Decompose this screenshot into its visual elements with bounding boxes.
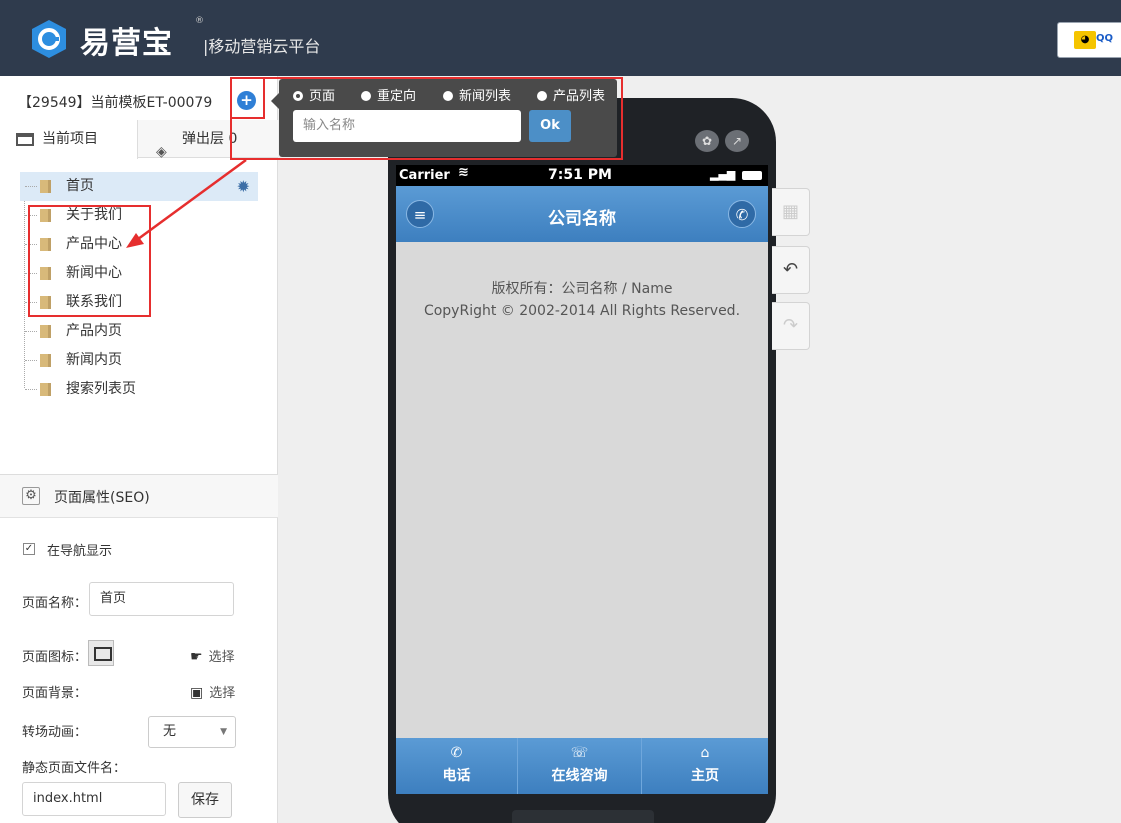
folder-icon <box>16 133 34 146</box>
layers-icon: ◈ <box>156 144 167 160</box>
tree-item-home[interactable]: 首页 ✹ <box>20 172 258 201</box>
page-icon-preview[interactable] <box>88 640 114 666</box>
page-name-label: 页面名称： <box>22 596 88 611</box>
gear-icon[interactable]: ✹ <box>237 172 250 201</box>
choose-label: 选择 <box>208 650 235 665</box>
phone-bottom-tab <box>512 810 654 823</box>
tree-dash <box>25 331 37 332</box>
page-icon <box>40 383 51 396</box>
show-in-nav-checkbox[interactable]: ✓ <box>23 543 35 555</box>
phone-screen: Carrier ≋ 7:51 PM ▂▄▆ ≡ 公司名称 ✆ 版权所有：公司名称… <box>396 165 768 794</box>
page-icon <box>40 354 51 367</box>
tree-item-search-list[interactable]: 搜索列表页 <box>20 375 278 404</box>
top-bar: 易营宝 ® |移动营销云平台 ◕ QQ <box>0 0 1121 76</box>
signal-icon: ▂▄▆ <box>710 168 736 181</box>
status-time: 7:51 PM <box>548 167 612 183</box>
add-icon-highlight <box>230 77 265 119</box>
transition-value: 无 <box>163 724 177 739</box>
mobile-nav-bar: ≡ 公司名称 ✆ <box>396 186 768 242</box>
seo-header-label: 页面属性(SEO) <box>54 490 150 506</box>
brand-subtitle: |移动营销云平台 <box>203 37 321 56</box>
qr-code-icon: ▦ <box>781 201 799 222</box>
logo-icon <box>32 20 66 58</box>
copyright-line-1: 版权所有：公司名称 / Name <box>491 281 673 297</box>
qq-icon: ◕ <box>1074 31 1096 49</box>
tab-label: 当前项目 <box>42 131 98 147</box>
seo-section-header: ⚙ 页面属性(SEO) <box>0 474 278 518</box>
tree-dash <box>25 186 37 187</box>
bottom-item-home[interactable]: ⌂ 主页 <box>642 738 768 794</box>
qr-code-button[interactable]: ▦ <box>772 188 810 236</box>
redo-button[interactable]: ↷ <box>772 302 810 350</box>
brand-registered: ® <box>195 16 204 26</box>
undo-icon: ↶ <box>782 259 799 280</box>
choose-label: 选择 <box>209 686 236 701</box>
transition-label: 转场动画： <box>22 725 88 740</box>
page-icon <box>40 325 51 338</box>
undo-button[interactable]: ↶ <box>772 246 810 294</box>
phone-call-icon[interactable]: ✆ <box>728 200 756 228</box>
mobile-page-title: 公司名称 <box>548 209 616 229</box>
hand-pointer-icon: ☛ <box>190 649 203 665</box>
choose-background-button[interactable]: ▣ 选择 <box>190 682 235 701</box>
redo-icon: ↷ <box>782 315 799 336</box>
tree-item-label: 新闻内页 <box>66 352 122 368</box>
page-icon <box>40 180 51 193</box>
chart-icon[interactable]: ↗ <box>725 130 749 152</box>
page-icon-label: 页面图标： <box>22 650 88 665</box>
save-button[interactable]: 保存 <box>178 782 232 818</box>
tree-item-label: 搜索列表页 <box>66 381 136 397</box>
qq-contact-button[interactable]: ◕ QQ <box>1057 22 1121 58</box>
transition-select[interactable]: 无 ▼ <box>148 716 236 748</box>
image-icon: ▣ <box>190 685 204 701</box>
bottom-item-phone[interactable]: ✆ 电话 <box>396 738 518 794</box>
phone-icon: ✆ <box>450 745 463 761</box>
tree-item-label: 产品内页 <box>66 323 122 339</box>
copyright-line-2: CopyRight © 2002-2014 All Rights Reserve… <box>423 303 741 319</box>
carrier-label: Carrier <box>399 168 450 183</box>
bottom-item-label: 主页 <box>691 768 719 784</box>
static-file-field[interactable]: index.html <box>22 782 166 816</box>
tree-item-label: 首页 <box>66 178 94 194</box>
status-bar: Carrier ≋ 7:51 PM ▂▄▆ <box>396 165 768 186</box>
bottom-item-consult[interactable]: ☏ 在线咨询 <box>518 738 642 794</box>
chat-icon: ☏ <box>570 745 589 761</box>
project-title: 【29549】当前模板ET-00079 <box>18 95 213 111</box>
page-name-field[interactable]: 首页 <box>89 582 234 616</box>
home-icon: ⌂ <box>700 745 710 761</box>
tree-item-news-detail[interactable]: 新闻内页 <box>20 346 278 375</box>
bottom-item-label: 电话 <box>442 768 471 784</box>
bottom-item-label: 在线咨询 <box>551 768 608 784</box>
tree-dash <box>25 389 37 390</box>
qq-label: QQ <box>1096 33 1114 44</box>
settings-icon: ⚙ <box>22 487 40 505</box>
tree-dash <box>25 360 37 361</box>
popover-highlight <box>230 77 623 160</box>
mobile-bottom-bar: ✆ 电话 ☏ 在线咨询 ⌂ 主页 <box>396 738 768 794</box>
brand-name: 易营宝 <box>80 26 173 61</box>
static-file-label: 静态页面文件名： <box>22 761 127 776</box>
tree-item-product-detail[interactable]: 产品内页 <box>20 317 278 346</box>
wifi-icon: ≋ <box>458 165 469 180</box>
tab-current-project[interactable]: 当前项目 <box>0 120 138 159</box>
page-bg-label: 页面背景： <box>22 686 88 701</box>
battery-icon <box>742 171 762 180</box>
left-panel: 【29549】当前模板ET-00079 + 当前项目 ◈ 弹出层 0 首页 ✹ … <box>0 76 278 823</box>
tree-items-highlight <box>28 205 151 317</box>
show-in-nav-label: 在导航显示 <box>47 544 113 559</box>
chevron-down-icon: ▼ <box>220 727 227 737</box>
choose-icon-button[interactable]: ☛ 选择 <box>190 646 235 665</box>
wechat-icon[interactable]: ✿ <box>695 130 719 152</box>
